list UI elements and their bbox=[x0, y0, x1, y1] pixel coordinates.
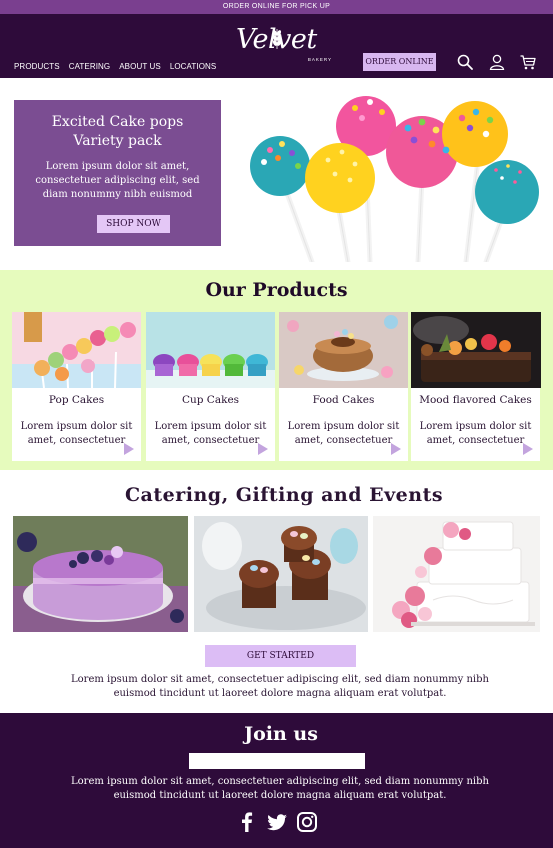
promo-bar[interactable]: ORDER ONLINE FOR PICK UP bbox=[0, 0, 553, 14]
product-card-pop-cakes[interactable]: Pop Cakes Lorem ipsum dolor sit amet, co… bbox=[12, 312, 141, 461]
hero-cake-pops-image bbox=[240, 90, 540, 262]
cup-cakes-image bbox=[146, 312, 275, 388]
product-card-food-cakes[interactable]: Food Cakes Lorem ipsum dolor sit amet, c… bbox=[279, 312, 408, 461]
catering-title: Catering, Gifting and Events bbox=[124, 484, 444, 506]
hero-text: Lorem ipsum dolor sit amet, consectetuer… bbox=[35, 161, 200, 200]
hero-title: Excited Cake pops Variety pack bbox=[14, 113, 221, 151]
catering-image-wedding-cake bbox=[373, 516, 540, 632]
main-nav: PRODUCTS CATERING ABOUT US LOCATIONS bbox=[14, 62, 216, 71]
promo-text[interactable]: ORDER ONLINE FOR PICK UP bbox=[223, 3, 330, 10]
product-text: Lorem ipsum dolor sit amet, consectetuer bbox=[287, 421, 400, 446]
product-text: Lorem ipsum dolor sit amet, consectetuer bbox=[154, 421, 267, 446]
get-started-button[interactable]: GET STARTED bbox=[205, 645, 356, 667]
hero-title-line1: Excited Cake pops bbox=[51, 114, 184, 130]
hero-card: Excited Cake pops Variety pack Lorem ips… bbox=[14, 100, 221, 246]
play-icon[interactable] bbox=[523, 443, 533, 455]
twitter-icon[interactable] bbox=[266, 811, 288, 833]
products-section: Our Products Pop Cakes Lorem ipsum dolor… bbox=[0, 270, 553, 470]
product-text: Lorem ipsum dolor sit amet, consectetuer bbox=[20, 421, 133, 446]
site-footer: Join us Lorem ipsum dolor sit amet, cons… bbox=[0, 713, 553, 848]
product-text: Lorem ipsum dolor sit amet, consectetuer bbox=[419, 421, 532, 446]
logo-subtitle: BAKERY bbox=[307, 57, 332, 62]
facebook-icon[interactable] bbox=[236, 811, 258, 833]
join-text: Lorem ipsum dolor sit amet, consectetuer… bbox=[71, 776, 489, 801]
nav-about-us[interactable]: ABOUT US bbox=[119, 62, 161, 71]
catering-image-cupcakes bbox=[194, 516, 368, 632]
products-title: Our Products bbox=[205, 279, 348, 301]
product-title: Cup Cakes bbox=[181, 394, 240, 406]
product-title: Food Cakes bbox=[312, 394, 375, 406]
wheat-icon bbox=[272, 29, 282, 49]
instagram-icon[interactable] bbox=[296, 811, 318, 833]
nav-products[interactable]: PRODUCTS bbox=[14, 62, 60, 71]
play-icon[interactable] bbox=[258, 443, 268, 455]
join-title: Join us bbox=[244, 723, 318, 745]
join-email-input[interactable] bbox=[189, 753, 365, 769]
search-icon[interactable] bbox=[457, 54, 473, 70]
product-title: Mood flavored Cakes bbox=[419, 394, 532, 406]
nav-catering[interactable]: CATERING bbox=[69, 62, 111, 71]
product-card-cup-cakes[interactable]: Cup Cakes Lorem ipsum dolor sit amet, co… bbox=[146, 312, 275, 461]
catering-text: Lorem ipsum dolor sit amet, consectetuer… bbox=[71, 674, 489, 699]
user-icon[interactable] bbox=[489, 54, 505, 70]
order-online-button[interactable]: ORDER ONLINE bbox=[363, 53, 436, 71]
product-card-mood-flavored-cakes[interactable]: Mood flavored Cakes Lorem ipsum dolor si… bbox=[411, 312, 541, 461]
cart-icon[interactable] bbox=[520, 54, 536, 70]
hero-title-line2: Variety pack bbox=[73, 133, 162, 149]
play-icon[interactable] bbox=[124, 443, 134, 455]
food-cakes-image bbox=[279, 312, 408, 388]
pop-cakes-image bbox=[12, 312, 141, 388]
play-icon[interactable] bbox=[391, 443, 401, 455]
logo[interactable]: Velvet BAKERY bbox=[236, 24, 336, 64]
product-title: Pop Cakes bbox=[48, 394, 105, 406]
nav-locations[interactable]: LOCATIONS bbox=[170, 62, 217, 71]
shop-now-button[interactable]: SHOP NOW bbox=[97, 215, 170, 233]
site-header: PRODUCTS CATERING ABOUT US LOCATIONS Vel… bbox=[0, 14, 553, 78]
mood-flavored-cakes-image bbox=[411, 312, 541, 388]
catering-image-berry-cake bbox=[13, 516, 188, 632]
